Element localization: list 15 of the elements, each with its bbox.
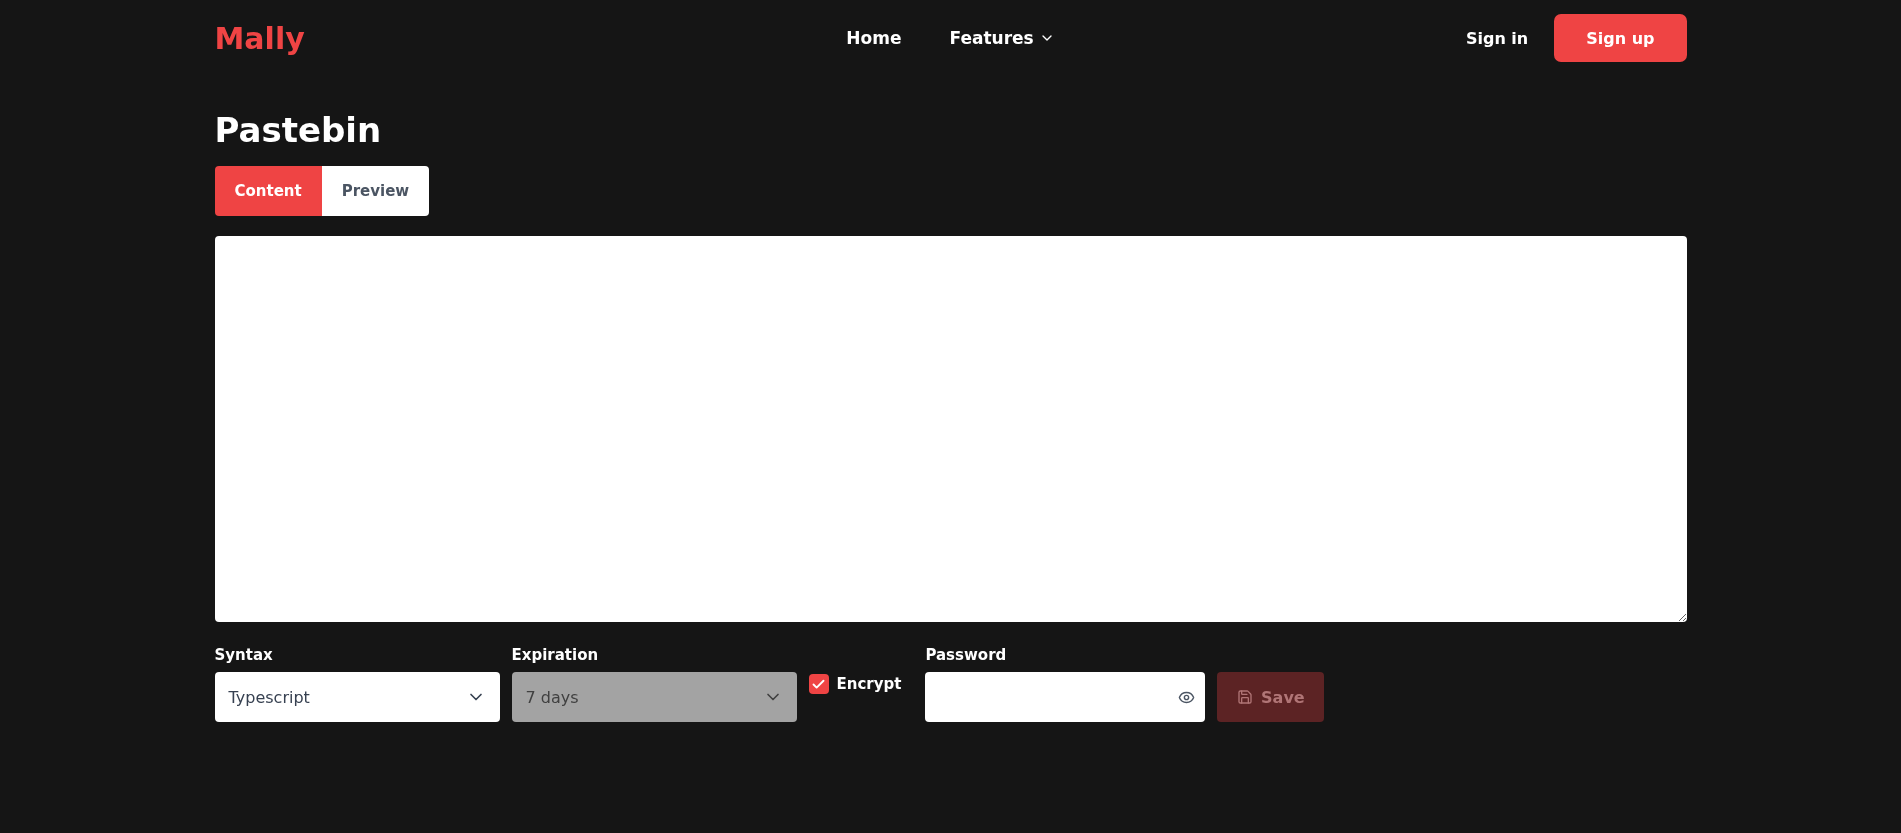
field-label: Password [925,646,1008,664]
tab[interactable]: Content [214,166,322,216]
select-field[interactable]: Typescript [214,672,500,722]
logo[interactable]: Mally [214,20,847,56]
checkbox-label: Encrypt [836,675,902,693]
sign-in-link[interactable]: Sign in [1465,28,1529,48]
nav-link[interactable]: Home [846,28,902,48]
page-title: Pastebin [214,110,383,150]
sign-up-button[interactable]: Sign up [1554,14,1687,62]
tab[interactable]: Preview [321,166,430,216]
checkbox[interactable] [808,674,829,694]
field-label: Syntax [214,646,274,664]
field-label: Expiration [511,646,600,664]
password-field[interactable] [925,672,1206,722]
nav-link[interactable]: Features [949,28,1055,48]
